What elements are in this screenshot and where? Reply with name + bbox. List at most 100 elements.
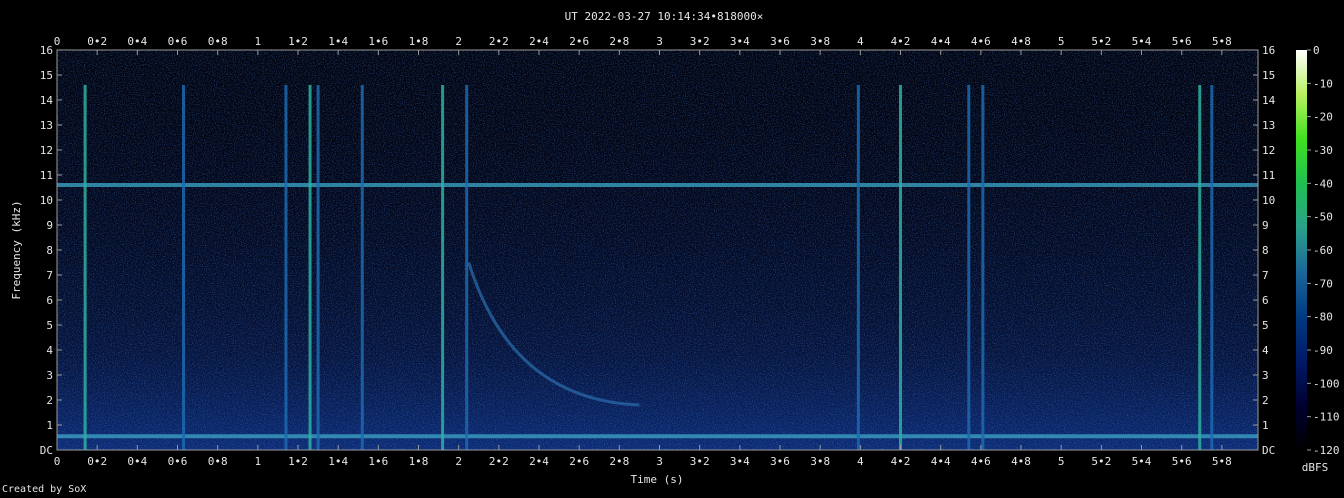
- event-line-6: [441, 85, 445, 450]
- x-tick-label-bottom-8: 1•6: [368, 455, 388, 468]
- y-tick-label-right-4: 4: [1262, 344, 1269, 357]
- event-line-11: [981, 85, 985, 450]
- x-tick-label-top-22: 4•4: [931, 35, 951, 48]
- y-tick-label-right-5: 5: [1262, 319, 1269, 332]
- x-tick-label-bottom-29: 5•8: [1212, 455, 1232, 468]
- x-tick-label-top-23: 4•6: [971, 35, 991, 48]
- x-tick-label-top-6: 1•2: [288, 35, 308, 48]
- y-tick-label-left-4: 4: [46, 344, 53, 357]
- event-line-9: [899, 85, 903, 450]
- x-tick-label-bottom-17: 3•4: [730, 455, 750, 468]
- colorbar-gradient: [1296, 50, 1307, 450]
- x-tick-label-bottom-13: 2•6: [569, 455, 589, 468]
- x-tick-label-bottom-19: 3•8: [810, 455, 830, 468]
- x-tick-label-bottom-27: 5•4: [1132, 455, 1152, 468]
- x-tick-label-top-25: 5: [1058, 35, 1065, 48]
- chart-title: UT 2022-03-27 10:14:34•818000×: [565, 10, 764, 23]
- colorbar-tick-label-8: -80: [1313, 311, 1333, 324]
- x-tick-label-top-26: 5•2: [1091, 35, 1111, 48]
- x-tick-label-top-1: 0•2: [87, 35, 107, 48]
- event-line-4: [316, 85, 320, 450]
- y-tick-label-left-8: 8: [46, 244, 53, 257]
- y-tick-label-left-0: DC: [40, 444, 53, 457]
- x-tick-label-bottom-18: 3•6: [770, 455, 790, 468]
- y-tick-label-right-11: 11: [1262, 169, 1275, 182]
- y-tick-label-right-15: 15: [1262, 69, 1275, 82]
- x-tick-label-bottom-24: 4•8: [1011, 455, 1031, 468]
- x-tick-label-bottom-1: 0•2: [87, 455, 107, 468]
- colorbar-tick-label-12: -120: [1313, 444, 1340, 457]
- colorbar-tick-label-2: -20: [1313, 111, 1333, 124]
- x-tick-label-bottom-6: 1•2: [288, 455, 308, 468]
- x-tick-label-top-3: 0•6: [168, 35, 188, 48]
- colorbar-tick-label-11: -110: [1313, 411, 1340, 424]
- plot-area: [56, 49, 1259, 451]
- y-tick-label-right-1: 1: [1262, 419, 1269, 432]
- x-tick-label-bottom-20: 4: [857, 455, 864, 468]
- colorbar-tick-label-6: -60: [1313, 244, 1333, 257]
- x-tick-label-bottom-15: 3: [656, 455, 663, 468]
- colorbar-tick-label-5: -50: [1313, 211, 1333, 224]
- y-tick-label-right-9: 9: [1262, 219, 1269, 232]
- credit-text: Created by SoX: [2, 484, 87, 495]
- event-line-13: [1210, 85, 1214, 450]
- x-tick-label-bottom-22: 4•4: [931, 455, 951, 468]
- spectrogram-chart: UT 2022-03-27 10:14:34•818000× 0 0 0•2 0•2 0…: [10, 10, 1340, 486]
- y-tick-label-left-14: 14: [40, 94, 54, 107]
- x-tick-label-top-11: 2•2: [489, 35, 509, 48]
- y-tick-label-left-15: 15: [40, 69, 53, 82]
- colorbar-tick-label-4: -40: [1313, 177, 1333, 190]
- x-tick-label-top-16: 3•2: [690, 35, 710, 48]
- x-tick-label-top-29: 5•8: [1212, 35, 1232, 48]
- y-tick-label-left-11: 11: [40, 169, 53, 182]
- colorbar-ticks: 0 -10 -20 -30 -40 -50 -60 -70 -80 -90 -100 -110 -120: [1307, 44, 1340, 457]
- x-tick-label-bottom-5: 1: [255, 455, 262, 468]
- y-tick-label-left-13: 13: [40, 119, 53, 132]
- y-tick-label-left-3: 3: [46, 369, 53, 382]
- x-tick-label-bottom-10: 2: [455, 455, 462, 468]
- y-tick-label-left-6: 6: [46, 294, 53, 307]
- y-tick-label-left-7: 7: [46, 269, 53, 282]
- x-axis-label: Time (s): [631, 473, 684, 486]
- y-tick-label-right-14: 14: [1262, 94, 1276, 107]
- x-tick-label-top-15: 3: [656, 35, 663, 48]
- event-line-8: [856, 85, 860, 450]
- x-tick-label-top-9: 1•8: [409, 35, 429, 48]
- y-tick-label-right-10: 10: [1262, 194, 1275, 207]
- event-line-1: [182, 85, 186, 450]
- event-line-7: [465, 85, 469, 450]
- x-tick-label-top-7: 1•4: [328, 35, 348, 48]
- x-tick-label-top-21: 4•2: [891, 35, 911, 48]
- colorbar-tick-label-7: -70: [1313, 277, 1333, 290]
- x-tick-label-bottom-7: 1•4: [328, 455, 348, 468]
- y-tick-label-right-6: 6: [1262, 294, 1269, 307]
- x-tick-label-bottom-4: 0•8: [208, 455, 228, 468]
- x-tick-label-top-2: 0•4: [127, 35, 147, 48]
- x-tick-label-bottom-25: 5: [1058, 455, 1065, 468]
- y-tick-label-left-12: 12: [40, 144, 53, 157]
- x-tick-label-bottom-12: 2•4: [529, 455, 549, 468]
- band-1: [57, 183, 1258, 187]
- colorbar-tick-label-0: 0: [1313, 44, 1320, 57]
- y-tick-label-left-16: 16: [40, 44, 53, 57]
- x-tick-label-top-20: 4: [857, 35, 864, 48]
- colorbar-label: dBFS: [1302, 461, 1329, 474]
- y-tick-label-right-13: 13: [1262, 119, 1275, 132]
- x-tick-label-top-0: 0: [54, 35, 61, 48]
- y-tick-label-left-5: 5: [46, 319, 53, 332]
- colorbar-tick-label-3: -30: [1313, 144, 1333, 157]
- y-tick-label-right-12: 12: [1262, 144, 1275, 157]
- y-tick-label-left-9: 9: [46, 219, 53, 232]
- x-tick-label-top-27: 5•4: [1132, 35, 1152, 48]
- x-tick-label-top-10: 2: [455, 35, 462, 48]
- y-tick-label-right-3: 3: [1262, 369, 1269, 382]
- x-tick-label-top-12: 2•4: [529, 35, 549, 48]
- y-tick-label-right-0: DC: [1262, 444, 1275, 457]
- x-tick-label-bottom-0: 0: [54, 455, 61, 468]
- event-line-0: [83, 85, 87, 450]
- y-tick-label-right-8: 8: [1262, 244, 1269, 257]
- x-tick-label-bottom-2: 0•4: [127, 455, 147, 468]
- x-tick-label-bottom-11: 2•2: [489, 455, 509, 468]
- x-tick-label-bottom-21: 4•2: [891, 455, 911, 468]
- event-line-5: [360, 85, 364, 450]
